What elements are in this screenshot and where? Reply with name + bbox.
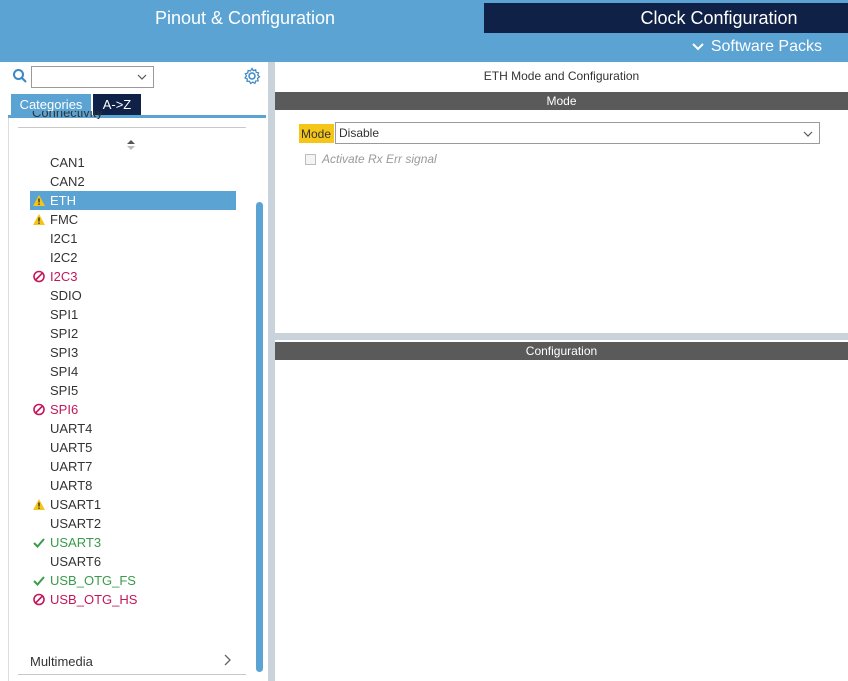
disabled-icon: [33, 270, 45, 283]
component-item-label: UART4: [50, 421, 93, 436]
component-item-label: ETH: [50, 193, 76, 208]
component-list: CAN1 CAN2 ETH FMC I2C1 I2C2 I2C3 SDIO SPI1 SPI2 SP…: [30, 153, 236, 609]
warning-icon: [33, 214, 45, 225]
component-tree-panel: Categories A->Z Connectivity CAN1 CAN2 ETH…: [0, 62, 268, 681]
search-input[interactable]: [31, 66, 154, 88]
component-item-spi1[interactable]: SPI1: [30, 305, 236, 324]
tab-pinout-configuration[interactable]: Pinout & Configuration: [8, 3, 482, 33]
component-item-label: CAN1: [50, 155, 85, 170]
chevron-right-icon[interactable]: [222, 654, 232, 666]
category-multimedia[interactable]: Multimedia: [30, 654, 93, 669]
warning-icon: [33, 499, 45, 510]
component-item-label: CAN2: [50, 174, 85, 189]
mode-section-header: Mode: [275, 92, 848, 110]
mode-configuration-panel: ETH Mode and Configuration Mode Mode Dis…: [275, 62, 848, 681]
disabled-icon: [33, 403, 45, 416]
component-item-can1[interactable]: CAN1: [30, 153, 236, 172]
component-item-usart6[interactable]: USART6: [30, 552, 236, 571]
component-item-label: SPI3: [50, 345, 79, 360]
component-item-uart8[interactable]: UART8: [30, 476, 236, 495]
component-item-label: UART7: [50, 459, 93, 474]
component-item-uart7[interactable]: UART7: [30, 457, 236, 476]
search-icon: [13, 69, 27, 83]
chevron-down-icon[interactable]: [803, 130, 813, 138]
mode-label: Mode: [299, 124, 334, 143]
component-item-label: FMC: [50, 212, 79, 227]
component-item-spi3[interactable]: SPI3: [30, 343, 236, 362]
component-item-spi6[interactable]: SPI6: [30, 400, 236, 419]
component-item-label: SPI1: [50, 307, 79, 322]
panel-title: ETH Mode and Configuration: [483, 69, 640, 83]
component-item-label: USART6: [50, 554, 102, 569]
component-item-label: SPI6: [50, 402, 79, 417]
component-item-i2c2[interactable]: I2C2: [30, 248, 236, 267]
panel-splitter[interactable]: [268, 62, 275, 681]
component-item-label: USART1: [50, 497, 102, 512]
component-item-usart1[interactable]: USART1: [30, 495, 236, 514]
component-item-label: USART2: [50, 516, 102, 531]
sort-icon[interactable]: [126, 139, 136, 151]
chevron-down-icon: [692, 43, 704, 51]
software-packs-label: Software Packs: [710, 38, 822, 55]
component-item-spi4[interactable]: SPI4: [30, 362, 236, 381]
mode-select-value: Disable: [339, 126, 380, 140]
component-item-spi2[interactable]: SPI2: [30, 324, 236, 343]
component-item-label: SPI5: [50, 383, 79, 398]
mode-select[interactable]: Disable: [335, 122, 820, 144]
section-splitter[interactable]: [275, 333, 848, 340]
component-item-can2[interactable]: CAN2: [30, 172, 236, 191]
configuration-section-header: Configuration: [275, 342, 848, 360]
component-item-label: UART5: [50, 440, 93, 455]
component-item-label: I2C2: [50, 250, 78, 265]
component-item-fmc[interactable]: FMC: [30, 210, 236, 229]
component-item-label: UART8: [50, 478, 93, 493]
component-item-label: I2C3: [50, 269, 78, 284]
category-connectivity[interactable]: Connectivity: [32, 111, 103, 119]
component-item-sdio[interactable]: SDIO: [30, 286, 236, 305]
component-item-uart5[interactable]: UART5: [30, 438, 236, 457]
component-item-usb-otg-hs[interactable]: USB_OTG_HS: [30, 590, 236, 609]
component-item-label: SPI2: [50, 326, 79, 341]
component-item-eth[interactable]: ETH: [30, 191, 236, 210]
component-item-spi5[interactable]: SPI5: [30, 381, 236, 400]
tab-clock-configuration[interactable]: Clock Configuration: [484, 3, 848, 33]
check-icon: [33, 538, 45, 548]
component-item-label: SPI4: [50, 364, 79, 379]
chevron-down-icon[interactable]: [137, 73, 147, 81]
component-item-usb-otg-fs[interactable]: USB_OTG_FS: [30, 571, 236, 590]
panel-border: [8, 118, 9, 681]
component-item-label: USB_OTG_FS: [50, 573, 136, 588]
activate-rx-err-checkbox[interactable]: [305, 154, 316, 165]
warning-icon: [33, 195, 45, 206]
divider: [18, 674, 246, 675]
component-item-label: USART3: [50, 535, 102, 550]
component-item-label: SDIO: [50, 288, 82, 303]
component-item-usart2[interactable]: USART2: [30, 514, 236, 533]
disabled-icon: [33, 593, 45, 606]
component-item-i2c3[interactable]: I2C3: [30, 267, 236, 286]
software-packs-menu[interactable]: Software Packs: [691, 38, 822, 56]
activate-rx-err-label: Activate Rx Err signal: [322, 152, 437, 166]
component-item-label: USB_OTG_HS: [50, 592, 138, 607]
check-icon: [33, 576, 45, 586]
component-item-uart4[interactable]: UART4: [30, 419, 236, 438]
component-item-usart3[interactable]: USART3: [30, 533, 236, 552]
scrollbar-thumb[interactable]: [256, 202, 263, 672]
component-item-label: I2C1: [50, 231, 78, 246]
top-tab-bar: Pinout & Configuration Clock Configurati…: [0, 0, 848, 62]
gear-icon[interactable]: [243, 67, 261, 85]
component-item-i2c1[interactable]: I2C1: [30, 229, 236, 248]
divider: [18, 127, 246, 128]
